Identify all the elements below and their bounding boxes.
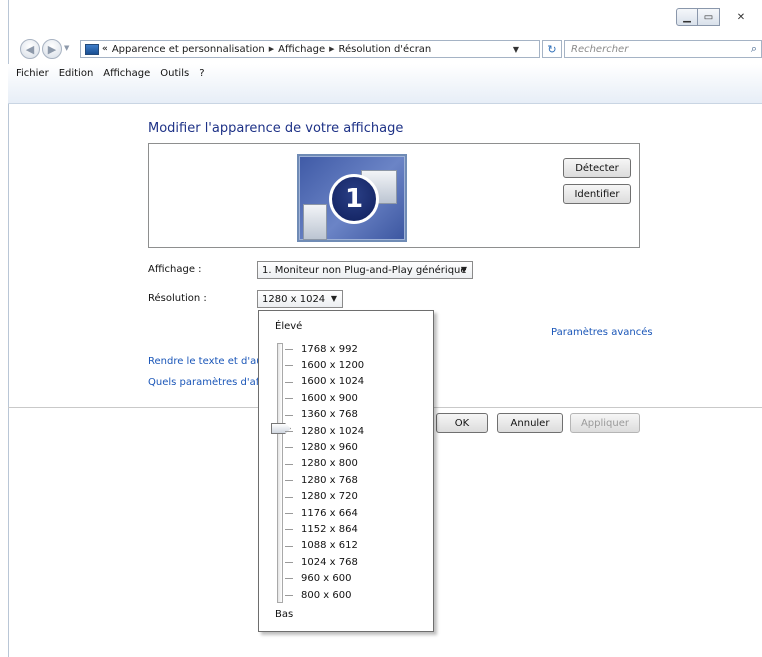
resolution-option[interactable]: 1280 x 960 [284, 439, 364, 455]
breadcrumb-appearance[interactable]: Apparence et personnalisation [112, 44, 265, 55]
resolution-label: Résolution : [148, 293, 207, 304]
address-row: ◀ ▶ ▼ « Apparence et personnalisation ▶ … [8, 38, 762, 60]
resolution-option[interactable]: 1600 x 900 [284, 390, 364, 406]
address-bar[interactable]: « Apparence et personnalisation ▶ Affich… [80, 40, 540, 58]
resolution-option[interactable]: 1088 x 612 [284, 538, 364, 554]
minimize-icon[interactable]: ▁ [676, 8, 698, 26]
breadcrumb-display[interactable]: Affichage [278, 44, 325, 55]
resolution-low-label: Bas [275, 609, 294, 620]
breadcrumb-separator-icon[interactable]: ▶ [329, 45, 334, 53]
monitor-number-badge: 1 [329, 174, 379, 224]
back-arrow-icon[interactable]: ◀ [20, 39, 40, 59]
control-panel-icon [85, 43, 99, 55]
detect-button[interactable]: Détecter [563, 158, 631, 178]
address-dropdown-icon[interactable]: ▼ [513, 45, 519, 54]
resolution-select[interactable]: 1280 x 1024 ▼ [257, 290, 343, 308]
menu-edit[interactable]: Edition [59, 68, 94, 79]
resolution-select-value: 1280 x 1024 [262, 293, 326, 305]
chevron-down-icon: ▼ [460, 265, 467, 274]
menu-help[interactable]: ? [199, 68, 204, 79]
search-placeholder: Rechercher [571, 43, 629, 55]
monitor-preview[interactable]: 1 [297, 154, 407, 242]
resolution-slider-track[interactable] [277, 343, 283, 603]
cancel-button[interactable]: Annuler [497, 413, 563, 433]
search-input[interactable]: Rechercher ⌕ [564, 40, 762, 58]
chevron-down-icon: ▼ [330, 294, 337, 303]
resolution-option[interactable]: 1152 x 864 [284, 521, 364, 537]
apply-button[interactable]: Appliquer [570, 413, 640, 433]
resolution-option[interactable]: 1600 x 1200 [284, 357, 364, 373]
close-icon[interactable]: ✕ [720, 8, 762, 26]
search-icon[interactable]: ⌕ [751, 42, 757, 56]
forward-arrow-icon[interactable]: ▶ [42, 39, 62, 59]
address-chevron[interactable]: « [102, 44, 108, 54]
display-select-value: 1. Moniteur non Plug-and-Play générique [262, 264, 467, 276]
resolution-dropdown: Élevé 1768 x 992 1600 x 1200 1600 x 1024 16… [258, 310, 434, 632]
breadcrumb-separator-icon[interactable]: ▶ [269, 45, 274, 53]
maximize-icon[interactable]: ▭ [698, 8, 720, 26]
resolution-high-label: Élevé [275, 321, 303, 332]
menu-tools[interactable]: Outils [160, 68, 189, 79]
display-preview-panel: 1 Détecter Identifier [148, 143, 640, 248]
resolution-option[interactable]: 1176 x 664 [284, 505, 364, 521]
resolution-option[interactable]: 1280 x 768 [284, 472, 364, 488]
resolution-slider-thumb[interactable] [271, 423, 291, 434]
breadcrumb-resolution[interactable]: Résolution d'écran [339, 44, 432, 55]
display-settings-help-link[interactable]: Quels paramètres d'affichage [148, 377, 274, 388]
resolution-option[interactable]: 1768 x 992 [284, 341, 364, 357]
resolution-option[interactable]: 1280 x 1024 [284, 423, 364, 439]
advanced-settings-link[interactable]: Paramètres avancés [551, 327, 653, 338]
display-select[interactable]: 1. Moniteur non Plug-and-Play générique … [257, 261, 473, 279]
menu-file[interactable]: Fichier [16, 68, 49, 79]
window-thumbnail-icon [303, 204, 327, 240]
recent-pages-chevron-icon[interactable]: ▼ [64, 44, 69, 52]
resolution-option[interactable]: 1280 x 800 [284, 456, 364, 472]
resolution-option[interactable]: 1360 x 768 [284, 407, 364, 423]
resolution-option[interactable]: 1024 x 768 [284, 554, 364, 570]
refresh-icon[interactable]: ↻ [542, 40, 562, 58]
resolution-option[interactable]: 1600 x 1024 [284, 374, 364, 390]
page-title: Modifier l'apparence de votre affichage [148, 121, 404, 136]
resolution-option[interactable]: 1280 x 720 [284, 489, 364, 505]
display-label: Affichage : [148, 264, 202, 275]
caption-buttons: ▁ ▭ ✕ [676, 8, 762, 26]
text-size-link[interactable]: Rendre le texte et d'autres [148, 356, 274, 367]
identify-button[interactable]: Identifier [563, 184, 631, 204]
menu-bar: Fichier Edition Affichage Outils ? [8, 64, 762, 104]
ok-button[interactable]: OK [436, 413, 488, 433]
resolution-option[interactable]: 800 x 600 [284, 587, 364, 603]
menu-view[interactable]: Affichage [103, 68, 150, 79]
resolution-option[interactable]: 960 x 600 [284, 570, 364, 586]
resolution-options: 1768 x 992 1600 x 1200 1600 x 1024 1600 x 9… [284, 341, 364, 603]
